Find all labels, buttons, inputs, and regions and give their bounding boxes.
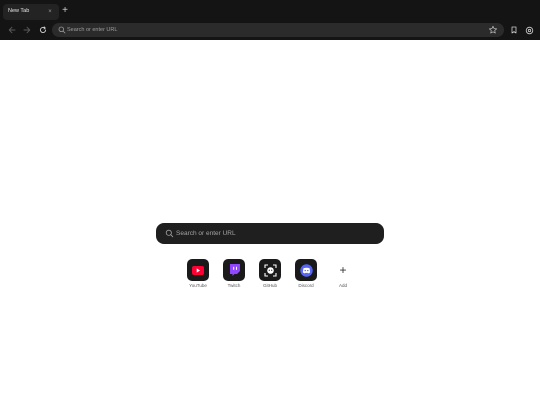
shortcut-twitch[interactable]: Twitch xyxy=(219,259,249,293)
browser-chrome: New Tab × + Search or enter URL xyxy=(0,0,540,40)
reload-icon xyxy=(39,26,47,34)
search-icon xyxy=(165,229,174,238)
shortcut-tile[interactable] xyxy=(223,259,245,281)
shortcut-youtube[interactable]: YouTube xyxy=(183,259,213,293)
tab-close-icon[interactable]: × xyxy=(46,8,54,16)
address-bar-placeholder: Search or enter URL xyxy=(67,27,118,33)
tab-bar: New Tab × + xyxy=(0,0,540,22)
bookmarks-button[interactable] xyxy=(508,24,520,36)
plus-icon[interactable]: + xyxy=(332,259,354,281)
tab-title: New Tab xyxy=(8,8,30,15)
address-bar[interactable]: Search or enter URL xyxy=(52,23,504,37)
shortcut-tile[interactable] xyxy=(259,259,281,281)
page-search-input[interactable]: Search or enter URL xyxy=(156,223,384,244)
youtube-icon xyxy=(192,265,204,275)
bookmark-star-icon[interactable] xyxy=(488,25,498,35)
github-icon xyxy=(263,263,277,277)
new-tab-button[interactable]: + xyxy=(60,5,70,17)
gear-icon xyxy=(525,26,533,34)
arrow-right-icon xyxy=(23,26,31,34)
toolbar: Search or enter URL xyxy=(0,22,540,38)
shortcut-github[interactable]: GitHub xyxy=(255,259,285,293)
twitch-icon xyxy=(229,264,240,276)
new-tab-page: Search or enter URL YouTube Twitch GitHu… xyxy=(0,40,540,405)
shortcut-discord[interactable]: Discord xyxy=(291,259,321,293)
back-button[interactable] xyxy=(6,24,18,36)
shortcut-label: Add xyxy=(338,283,347,288)
shortcut-tile[interactable] xyxy=(295,259,317,281)
arrow-left-icon xyxy=(8,26,16,34)
shortcut-label: Discord xyxy=(298,283,314,288)
search-icon xyxy=(58,26,66,34)
discord-icon xyxy=(299,263,313,277)
shortcut-tile[interactable] xyxy=(187,259,209,281)
forward-button[interactable] xyxy=(21,24,33,36)
tab-new-tab[interactable]: New Tab × xyxy=(3,4,59,20)
settings-button[interactable] xyxy=(523,24,535,36)
bookmark-icon xyxy=(511,26,517,34)
page-search-placeholder: Search or enter URL xyxy=(176,230,236,237)
shortcut-add[interactable]: + Add xyxy=(328,259,358,293)
reload-button[interactable] xyxy=(37,24,49,36)
